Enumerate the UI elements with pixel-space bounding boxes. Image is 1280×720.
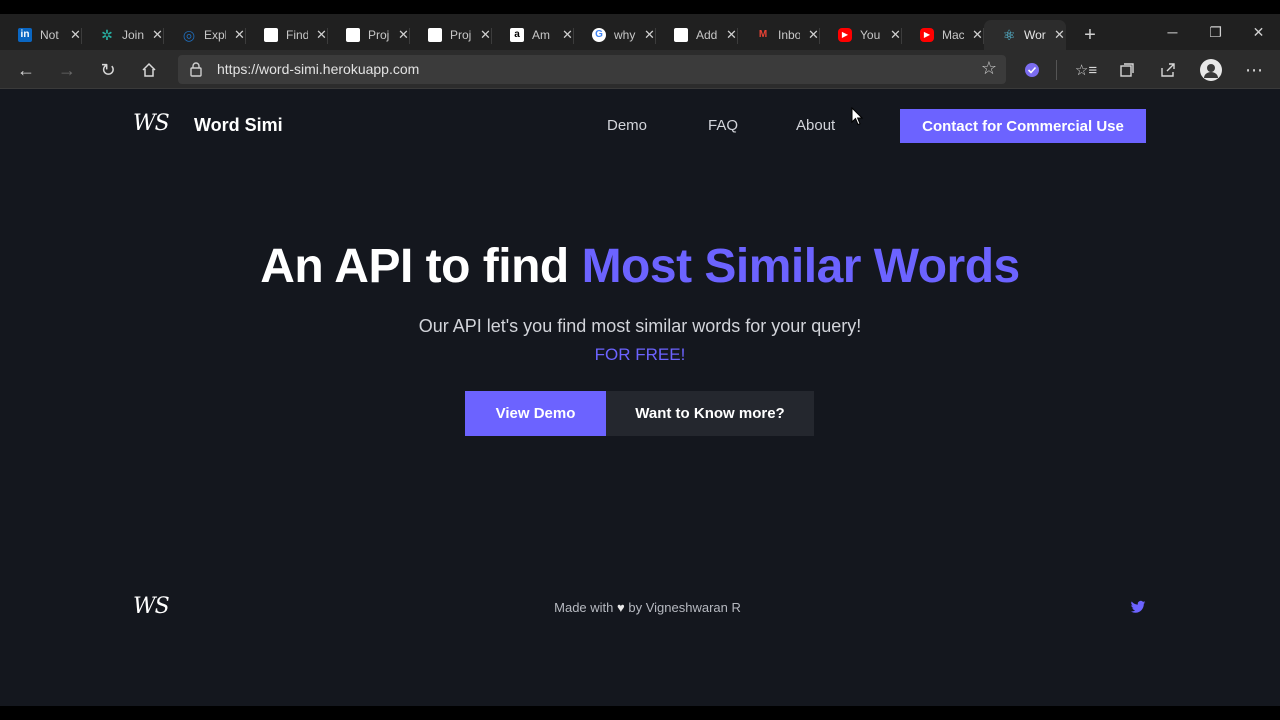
cisco-icon xyxy=(264,28,278,42)
tab-title: Inbo xyxy=(778,28,800,42)
amazon-icon: a xyxy=(510,28,524,42)
new-tab-button[interactable]: + xyxy=(1072,20,1108,50)
hero-title: An API to find Most Similar Words xyxy=(0,239,1280,294)
screen-bottom-strip xyxy=(0,706,1280,720)
toolbar-divider xyxy=(1056,60,1057,80)
browser-tab[interactable]: ✲ Join ✕ xyxy=(82,20,164,50)
browser-tab[interactable]: ⚛ Wor ✕ xyxy=(984,20,1066,50)
gear-icon: ✲ xyxy=(101,27,113,43)
forward-arrow-icon[interactable]: → xyxy=(55,58,79,82)
browser-tab[interactable]: Gwhy ✕ xyxy=(574,20,656,50)
view-demo-button[interactable]: View Demo xyxy=(465,391,606,436)
tab-close-icon[interactable]: ✕ xyxy=(234,27,245,43)
youtube-icon: ▶ xyxy=(838,28,852,42)
browser-tab[interactable]: Proj ✕ xyxy=(328,20,410,50)
hero-title-main: An API to find xyxy=(260,240,582,293)
tab-close-icon[interactable]: ✕ xyxy=(480,27,491,43)
tab-title: Add xyxy=(696,28,718,42)
tab-close-icon[interactable]: ✕ xyxy=(1054,27,1065,43)
tab-title: Join xyxy=(122,28,144,42)
nav-demo-link[interactable]: Demo xyxy=(607,117,647,134)
browser-tab[interactable]: a Am ✕ xyxy=(492,20,574,50)
tab-list: in Not ✕ ✲ Join ✕ ◎ Expl ✕ Find ✕ Proj ✕ Proj ✕ a Am ✕ Gwh… xyxy=(0,20,1066,50)
cisco-icon xyxy=(346,28,360,42)
browser-tab[interactable]: M Inbo ✕ xyxy=(738,20,820,50)
address-bar[interactable]: https://word-simi.herokuapp.com ☆ xyxy=(178,55,1006,84)
tab-title: Mac xyxy=(942,28,964,42)
hero-subtitle: Our API let's you find most similar word… xyxy=(418,316,862,336)
browser-tab[interactable]: Find ✕ xyxy=(246,20,328,50)
linkedin-icon: in xyxy=(18,28,32,42)
url-text: https://word-simi.herokuapp.com xyxy=(217,61,420,77)
tab-title: Am xyxy=(532,28,550,42)
collections-icon[interactable] xyxy=(1115,58,1139,82)
tab-close-icon[interactable]: ✕ xyxy=(316,27,327,43)
profile-avatar[interactable] xyxy=(1199,58,1223,82)
tab-close-icon[interactable]: ✕ xyxy=(890,27,901,43)
globe-icon: ◎ xyxy=(182,27,196,43)
twitter-icon[interactable] xyxy=(1130,599,1146,615)
tab-title: You xyxy=(860,28,881,42)
youtube-icon: ▶ xyxy=(920,28,934,42)
footer-credit: Made with ♥ by Vigneshwaran R xyxy=(0,600,1280,615)
cisco-icon xyxy=(428,28,442,42)
nav-about-link[interactable]: About xyxy=(796,117,835,134)
tab-close-icon[interactable]: ✕ xyxy=(398,27,409,43)
react-icon: ⚛ xyxy=(1002,27,1016,43)
window-controls: ─ ❐ ✕ xyxy=(1151,14,1280,50)
restore-button[interactable]: ❐ xyxy=(1194,14,1237,50)
browser-tab[interactable]: Add ✕ xyxy=(656,20,738,50)
tab-title: Expl xyxy=(204,28,226,42)
browser-tab[interactable]: ▶ You ✕ xyxy=(820,20,902,50)
brand-name[interactable]: Word Simi xyxy=(194,115,283,136)
nav-faq-link[interactable]: FAQ xyxy=(708,117,738,134)
site-logo[interactable]: WS xyxy=(133,111,170,136)
heart-icon: ♥ xyxy=(617,600,625,615)
favorites-icon[interactable]: ☆≡ xyxy=(1074,58,1098,82)
back-arrow-icon[interactable]: ← xyxy=(14,58,38,82)
tab-close-icon[interactable]: ✕ xyxy=(644,27,655,43)
know-more-button[interactable]: Want to Know more? xyxy=(606,391,814,436)
google-icon: G xyxy=(592,28,606,42)
lock-icon xyxy=(190,62,202,77)
tab-title: Find xyxy=(286,28,308,42)
browser-tab[interactable]: ▶ Mac ✕ xyxy=(902,20,984,50)
screen-top-strip xyxy=(0,0,1280,14)
contact-commercial-button[interactable]: Contact for Commercial Use xyxy=(900,109,1146,143)
web-page: WS Word Simi Demo FAQ About Contact for … xyxy=(0,89,1280,706)
close-window-button[interactable]: ✕ xyxy=(1237,14,1280,50)
tab-close-icon[interactable]: ✕ xyxy=(152,27,163,43)
refresh-icon[interactable]: ↻ xyxy=(96,58,120,82)
home-icon[interactable] xyxy=(137,58,161,82)
blank-page-icon xyxy=(674,28,688,42)
tab-title: Wor xyxy=(1024,28,1046,42)
browser-tab-strip: in Not ✕ ✲ Join ✕ ◎ Expl ✕ Find ✕ Proj ✕ Proj ✕ a Am ✕ Gwh… xyxy=(0,14,1280,50)
more-menu-icon[interactable]: ⋯ xyxy=(1242,58,1266,82)
tab-close-icon[interactable]: ✕ xyxy=(562,27,573,43)
mouse-cursor-icon xyxy=(851,107,863,126)
tab-title: Not xyxy=(40,28,59,42)
share-icon[interactable] xyxy=(1156,58,1180,82)
hero-free-label: FOR FREE! xyxy=(594,345,686,364)
browser-tab[interactable]: Proj ✕ xyxy=(410,20,492,50)
extension-check-icon[interactable] xyxy=(1020,58,1044,82)
browser-toolbar: ← → ↻ https://word-simi.herokuapp.com ☆ … xyxy=(0,50,1280,89)
gmail-icon: M xyxy=(758,29,768,40)
footer-author: by Vigneshwaran R xyxy=(628,600,741,615)
browser-tab[interactable]: in Not ✕ xyxy=(0,20,82,50)
tab-close-icon[interactable]: ✕ xyxy=(726,27,737,43)
tab-title: why xyxy=(614,28,636,42)
tab-title: Proj xyxy=(368,28,390,42)
hero-title-accent: Most Similar Words xyxy=(581,240,1021,293)
tab-close-icon[interactable]: ✕ xyxy=(808,27,819,43)
tab-close-icon[interactable]: ✕ xyxy=(972,27,983,43)
footer-made-with: Made with xyxy=(554,600,614,615)
minimize-button[interactable]: ─ xyxy=(1151,14,1194,50)
browser-tab[interactable]: ◎ Expl ✕ xyxy=(164,20,246,50)
tab-close-icon[interactable]: ✕ xyxy=(70,27,81,43)
favorite-star-icon[interactable]: ☆ xyxy=(981,58,997,79)
tab-title: Proj xyxy=(450,28,472,42)
